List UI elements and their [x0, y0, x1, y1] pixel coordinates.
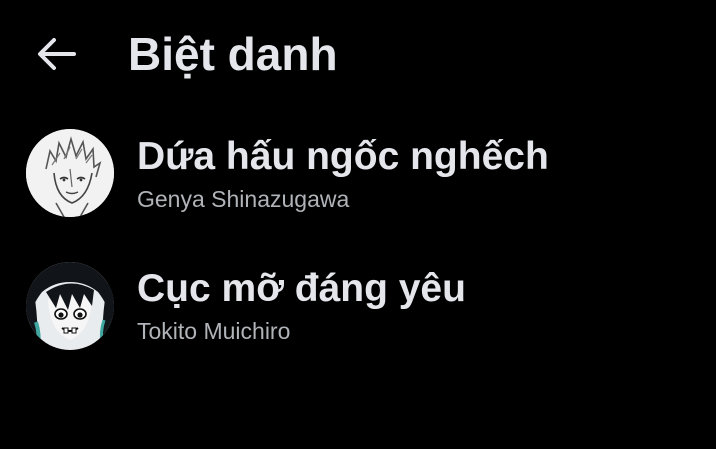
nickname-text-group: Cục mỡ đáng yêu Tokito Muichiro [137, 266, 466, 346]
arrow-left-icon [38, 38, 76, 70]
nickname-row[interactable]: Cục mỡ đáng yêu Tokito Muichiro [0, 240, 716, 372]
avatar [26, 262, 114, 350]
nickname-label: Cục mỡ đáng yêu [137, 267, 466, 310]
real-name-label: Tokito Muichiro [137, 318, 291, 344]
nickname-list: Dứa hấu ngốc nghếch Genya Shinazugawa Cụ… [0, 108, 716, 372]
header-bar: Biệt danh [0, 0, 716, 108]
back-button[interactable] [28, 28, 84, 80]
nickname-label: Dứa hấu ngốc nghếch [137, 135, 549, 178]
avatar [26, 129, 114, 217]
page-title: Biệt danh [128, 28, 338, 80]
sketch-character-avatar-image [26, 129, 114, 217]
nickname-row[interactable]: Dứa hấu ngốc nghếch Genya Shinazugawa [0, 108, 716, 240]
real-name-label: Genya Shinazugawa [137, 186, 350, 212]
dark-hair-character-avatar-image [26, 262, 114, 350]
nickname-text-group: Dứa hấu ngốc nghếch Genya Shinazugawa [137, 134, 549, 214]
